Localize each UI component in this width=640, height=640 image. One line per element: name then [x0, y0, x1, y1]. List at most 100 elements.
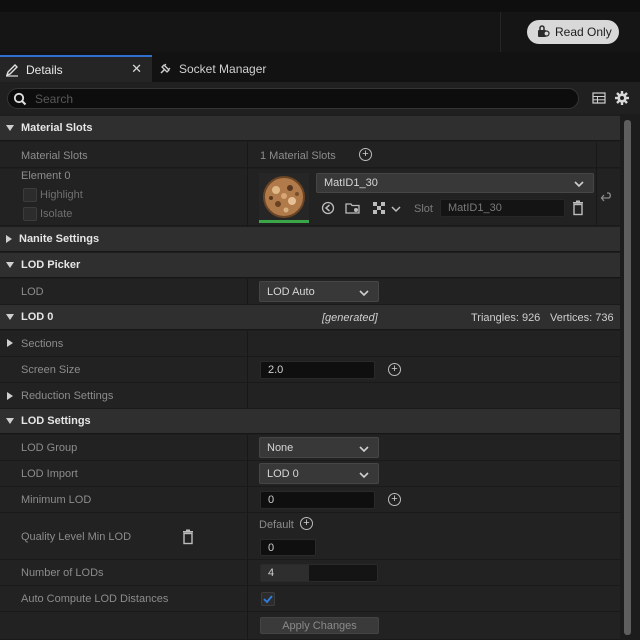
search-placeholder: Search — [35, 91, 74, 106]
read-only-label: Read Only — [555, 25, 612, 39]
reset-column-divider — [596, 142, 597, 227]
tab-socket-label: Socket Manager — [179, 61, 267, 76]
trash-icon[interactable] — [571, 200, 585, 219]
chevron-down-icon — [6, 125, 14, 131]
folder-icon[interactable] — [345, 201, 361, 218]
chevron-down-icon — [6, 262, 14, 268]
lod-group-label: LOD Group — [21, 442, 78, 454]
quality-level-input[interactable]: 0 — [260, 539, 316, 556]
isolate-label: Isolate — [40, 208, 73, 220]
chevron-down-icon — [6, 418, 14, 424]
screen-size-value: 2.0 — [268, 364, 284, 376]
chevron-right-icon — [7, 392, 20, 400]
gear-icon[interactable] — [614, 90, 630, 109]
trash-icon[interactable] — [181, 529, 195, 548]
triangles-count: Triangles: 926 — [471, 312, 541, 324]
slot-name-value: MatID1_30 — [448, 202, 502, 214]
add-material-slot-plus-icon[interactable]: + — [359, 148, 372, 161]
chevron-down-icon — [359, 470, 369, 482]
column-divider — [247, 142, 248, 227]
chevron-down-icon[interactable] — [391, 204, 401, 216]
slot-label: Slot — [414, 203, 433, 215]
apply-changes-button[interactable]: Apply Changes — [260, 617, 379, 634]
number-of-lods-slider[interactable]: 4 — [260, 564, 378, 582]
minimum-lod-value: 0 — [268, 494, 275, 506]
highlight-label: Highlight — [40, 189, 83, 201]
tab-details-label: Details — [26, 62, 63, 77]
chevron-right-icon — [6, 235, 12, 243]
lod-group-dropdown[interactable]: None — [259, 437, 379, 458]
read-only-button[interactable]: Read Only — [527, 20, 619, 44]
screen-size-input[interactable]: 2.0 — [260, 361, 375, 379]
screen-size-label: Screen Size — [21, 364, 81, 376]
material-dropdown[interactable]: MatID1_30 — [316, 173, 594, 193]
pencil-icon — [5, 63, 19, 77]
toolbar-divider — [500, 12, 501, 52]
scrollbar-thumb[interactable] — [624, 120, 631, 635]
reduction-settings-label: Reduction Settings — [21, 390, 114, 402]
auto-compute-checkbox[interactable] — [261, 592, 275, 606]
default-label: Default — [259, 519, 294, 531]
tab-details[interactable]: Details ✕ — [0, 55, 152, 82]
category-label: LOD Picker — [21, 259, 81, 271]
element-0-label: Element 0 — [21, 170, 71, 182]
category-material-slots[interactable]: Material Slots — [0, 116, 620, 141]
search-input[interactable]: Search — [7, 88, 579, 109]
number-of-lods-value: 4 — [268, 567, 275, 579]
slot-name-input[interactable]: MatID1_30 — [440, 199, 565, 217]
quality-level-value: 0 — [268, 541, 275, 554]
lod-import-label: LOD Import — [21, 468, 78, 480]
isolate-checkbox[interactable] — [23, 207, 37, 221]
category-label: LOD Settings — [21, 415, 91, 427]
material-name: MatID1_30 — [324, 177, 378, 189]
reset-arrow-icon[interactable] — [600, 192, 614, 207]
lod-group-value: None — [267, 441, 294, 454]
column-divider — [247, 279, 248, 305]
quality-level-label: Quality Level Min LOD — [21, 531, 132, 543]
minimum-lod-label: Minimum LOD — [21, 494, 92, 506]
chevron-down-icon — [359, 444, 369, 456]
material-slots-count: 1 Material Slots — [260, 150, 336, 162]
number-of-lods-label: Number of LODs — [21, 567, 104, 579]
category-lod-settings[interactable]: LOD Settings — [0, 409, 620, 434]
sections-row[interactable] — [0, 331, 620, 357]
lod-import-value: LOD 0 — [267, 467, 299, 480]
vertices-count: Vertices: 736 — [550, 312, 614, 324]
tab-socket-manager[interactable]: Socket Manager — [158, 55, 338, 82]
screen-size-plus-icon[interactable]: + — [388, 363, 401, 376]
sections-label: Sections — [21, 338, 64, 350]
chevron-down-icon — [359, 288, 369, 300]
table-icon[interactable] — [592, 91, 606, 108]
close-icon[interactable]: ✕ — [131, 61, 142, 77]
minimum-lod-input[interactable]: 0 — [260, 491, 375, 509]
chevron-down-icon — [574, 179, 584, 191]
checker-icon[interactable] — [372, 201, 386, 218]
minimum-lod-plus-icon[interactable]: + — [388, 493, 401, 506]
category-label: LOD 0 — [21, 311, 54, 323]
browse-icon[interactable] — [321, 201, 335, 218]
lock-icon — [536, 24, 550, 41]
lod-dropdown[interactable]: LOD Auto — [259, 281, 379, 302]
column-divider — [247, 331, 248, 409]
category-nanite-settings[interactable]: Nanite Settings — [0, 227, 620, 252]
chevron-right-icon — [7, 339, 20, 347]
quality-default-plus-icon[interactable]: + — [300, 517, 313, 530]
search-icon — [13, 92, 27, 106]
lod-import-dropdown[interactable]: LOD 0 — [259, 463, 379, 484]
check-icon — [263, 595, 273, 604]
apply-changes-label: Apply Changes — [282, 619, 357, 632]
lod-label: LOD — [21, 286, 44, 298]
category-label: Material Slots — [21, 122, 93, 134]
title-strip — [0, 0, 640, 12]
category-label: Nanite Settings — [19, 233, 100, 245]
column-divider — [247, 435, 248, 640]
lod-value: LOD Auto — [267, 285, 315, 298]
highlight-checkbox[interactable] — [23, 188, 37, 202]
category-lod-picker[interactable]: LOD Picker — [0, 253, 620, 278]
material-slots-label: Material Slots — [21, 150, 88, 162]
material-thumbnail[interactable] — [259, 173, 309, 223]
chevron-down-icon — [6, 314, 14, 320]
auto-compute-label: Auto Compute LOD Distances — [21, 593, 169, 605]
socket-icon — [158, 62, 172, 76]
generated-label: [generated] — [322, 312, 378, 324]
